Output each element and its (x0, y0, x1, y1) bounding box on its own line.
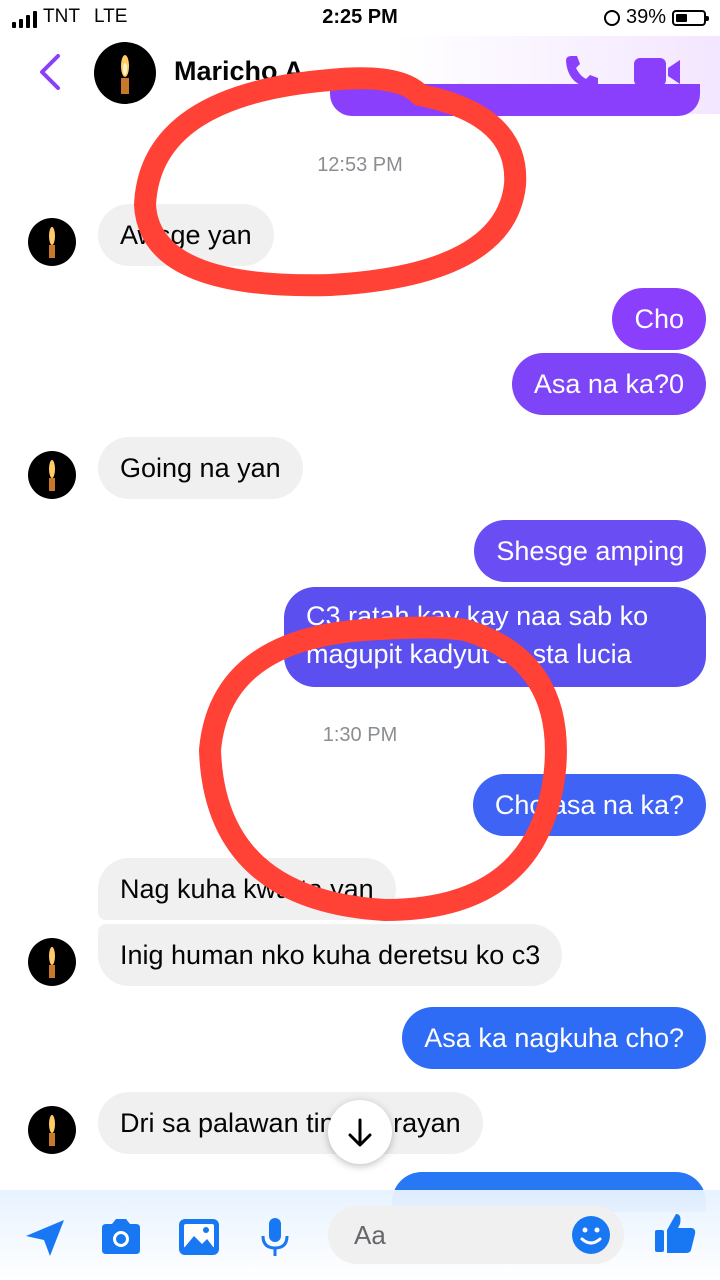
scroll-to-bottom-button[interactable] (328, 1100, 392, 1164)
message-input[interactable]: Aa (328, 1206, 624, 1264)
message-incoming[interactable]: Dri sa palawan tingala rayan (98, 1092, 483, 1154)
message-line: C3 ratah kay kay naa sab ko (306, 601, 649, 631)
arrow-down-icon (348, 1118, 372, 1147)
message-outgoing[interactable]: Asa na ka?0 (511, 353, 706, 415)
message-outgoing[interactable]: Shesge amping (474, 520, 706, 582)
camera-icon[interactable] (98, 1216, 144, 1258)
message-outgoing[interactable]: Cho (612, 288, 706, 350)
send-icon[interactable] (22, 1216, 68, 1258)
message-outgoing[interactable]: C3 ratah kay kay naa sab ko magupit kady… (284, 587, 706, 687)
sender-avatar[interactable] (28, 218, 76, 266)
microphone-icon[interactable] (252, 1216, 298, 1258)
message-incoming[interactable]: Nag kuha kwarta yan (98, 858, 396, 920)
battery-icon (672, 9, 709, 26)
message-line: magupit kadyut sa sta lucia (306, 639, 632, 669)
previous-message-bubble (330, 84, 700, 116)
message-input-placeholder: Aa (354, 1220, 386, 1250)
contact-name[interactable]: Maricho A (174, 56, 304, 87)
message-incoming[interactable]: Awsge yan (98, 204, 274, 266)
message-outgoing[interactable]: Asa ka nagkuha cho? (402, 1007, 706, 1069)
gallery-icon[interactable] (176, 1216, 222, 1258)
contact-avatar[interactable] (94, 42, 156, 104)
message-incoming[interactable]: Inig human nko kuha deretsu ko c3 (98, 924, 563, 986)
message-outgoing[interactable]: Cho asa na ka? (472, 774, 706, 836)
emoji-icon[interactable] (570, 1214, 612, 1256)
sender-avatar[interactable] (28, 1106, 76, 1154)
sender-avatar[interactable] (28, 451, 76, 499)
message-incoming[interactable]: Going na yan (98, 437, 303, 499)
back-icon[interactable] (36, 52, 64, 92)
rotation-lock-icon (603, 9, 620, 26)
status-bar: TNT LTE 2:25 PM 39% (0, 0, 720, 36)
timestamp: 1:30 PM (322, 724, 398, 746)
sender-avatar[interactable] (28, 938, 76, 986)
like-icon[interactable] (652, 1210, 698, 1256)
battery-percent: 39% (625, 6, 666, 28)
timestamp: 12:53 PM (317, 154, 403, 176)
